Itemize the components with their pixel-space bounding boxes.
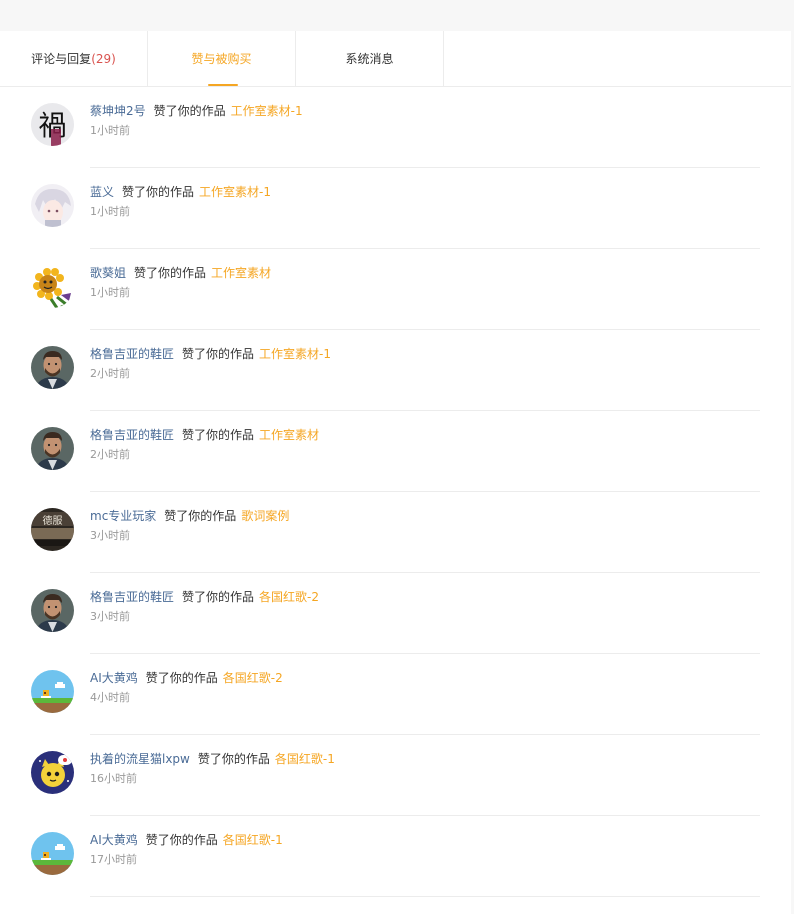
divider	[90, 896, 760, 897]
timestamp: 3小时前	[90, 529, 130, 542]
tab-label: 评论与回复	[31, 52, 92, 66]
anime-avatar-icon[interactable]	[31, 184, 74, 227]
action-text: 赞了你的作品	[153, 104, 226, 118]
notification-text: 歌葵姐 赞了你的作品 工作室素材	[90, 265, 271, 281]
notification-text: 格鲁吉亚的鞋匠 赞了你的作品 工作室素材-1	[90, 346, 331, 362]
work-link[interactable]: 工作室素材	[211, 266, 271, 280]
work-link[interactable]: 工作室素材	[259, 428, 319, 442]
svg-text:德服: 德服	[43, 514, 63, 527]
user-link[interactable]: 蓝义	[90, 185, 114, 199]
notification-item: 格鲁吉亚的鞋匠 赞了你的作品 工作室素材-1 2小时前	[0, 330, 791, 411]
action-text: 赞了你的作品	[182, 590, 255, 604]
work-link[interactable]: 工作室素材-1	[259, 347, 331, 361]
notification-item: 执着的流星猫lxpw 赞了你的作品 各国红歌-1 16小时前	[0, 735, 791, 816]
man-portrait-avatar-icon[interactable]	[31, 589, 74, 632]
tab-label: 系统消息	[345, 52, 394, 66]
cartoon-cat-avatar-icon[interactable]	[31, 751, 74, 794]
pixel-landscape-avatar-icon[interactable]	[31, 832, 74, 875]
work-link[interactable]: 各国红歌-1	[275, 752, 335, 766]
messages-panel: 评论与回复 (29) 赞与被购买 系统消息 禍蔡坤坤2号 赞了你的作品 工作室素材-1…	[0, 31, 791, 914]
tab-label: 赞与被购买	[191, 52, 252, 66]
notification-item: 禍蔡坤坤2号 赞了你的作品 工作室素材-1 1小时前	[0, 87, 791, 168]
notification-list: 禍蔡坤坤2号 赞了你的作品 工作室素材-1 1小时前 蓝义 赞了你的作品 工作室素材-1 1小…	[0, 87, 791, 897]
calligraphy-avatar-icon[interactable]: 禍	[31, 103, 74, 146]
timestamp: 2小时前	[90, 448, 130, 461]
dark-photo-avatar-icon[interactable]: 德服	[31, 508, 74, 551]
user-link[interactable]: 格鲁吉亚的鞋匠	[90, 428, 174, 442]
user-link[interactable]: mc专业玩家	[90, 509, 156, 523]
notification-text: AI大黄鸡 赞了你的作品 各国红歌-1	[90, 832, 283, 848]
timestamp: 4小时前	[90, 691, 130, 704]
timestamp: 2小时前	[90, 367, 130, 380]
timestamp: 1小时前	[90, 286, 130, 299]
action-text: 赞了你的作品	[182, 428, 255, 442]
notification-text: AI大黄鸡 赞了你的作品 各国红歌-2	[90, 670, 283, 686]
notification-text: 格鲁吉亚的鞋匠 赞了你的作品 各国红歌-2	[90, 589, 319, 605]
user-link[interactable]: 歌葵姐	[90, 266, 126, 280]
notification-item: 德服 mc专业玩家 赞了你的作品 歌词案例 3小时前	[0, 492, 791, 573]
user-link[interactable]: 格鲁吉亚的鞋匠	[90, 590, 174, 604]
user-link[interactable]: 格鲁吉亚的鞋匠	[90, 347, 174, 361]
notification-item: 歌葵姐 赞了你的作品 工作室素材 1小时前	[0, 249, 791, 330]
tab-system-messages[interactable]: 系统消息	[296, 31, 444, 86]
timestamp: 1小时前	[90, 124, 130, 137]
timestamp: 3小时前	[90, 610, 130, 623]
notification-text: 格鲁吉亚的鞋匠 赞了你的作品 工作室素材	[90, 427, 319, 443]
user-link[interactable]: 蔡坤坤2号	[90, 104, 146, 118]
timestamp: 1小时前	[90, 205, 130, 218]
notification-item: AI大黄鸡 赞了你的作品 各国红歌-1 17小时前	[0, 816, 791, 897]
notification-item: 格鲁吉亚的鞋匠 赞了你的作品 工作室素材 2小时前	[0, 411, 791, 492]
work-link[interactable]: 歌词案例	[241, 509, 289, 523]
man-portrait-avatar-icon[interactable]	[31, 427, 74, 470]
work-link[interactable]: 工作室素材-1	[231, 104, 303, 118]
notification-text: 执着的流星猫lxpw 赞了你的作品 各国红歌-1	[90, 751, 335, 767]
action-text: 赞了你的作品	[164, 509, 237, 523]
work-link[interactable]: 各国红歌-2	[223, 671, 283, 685]
notification-item: 格鲁吉亚的鞋匠 赞了你的作品 各国红歌-2 3小时前	[0, 573, 791, 654]
notification-text: 蔡坤坤2号 赞了你的作品 工作室素材-1	[90, 103, 303, 119]
user-link[interactable]: AI大黄鸡	[90, 833, 138, 847]
tab-likes-purchases[interactable]: 赞与被购买	[148, 31, 296, 86]
action-text: 赞了你的作品	[122, 185, 195, 199]
timestamp: 16小时前	[90, 772, 137, 785]
pixel-landscape-avatar-icon[interactable]	[31, 670, 74, 713]
comment-count-badge: (29)	[91, 51, 116, 66]
top-bar	[0, 0, 794, 31]
action-text: 赞了你的作品	[145, 671, 218, 685]
message-tabs: 评论与回复 (29) 赞与被购买 系统消息	[0, 31, 791, 87]
action-text: 赞了你的作品	[182, 347, 255, 361]
user-link[interactable]: AI大黄鸡	[90, 671, 138, 685]
man-portrait-avatar-icon[interactable]	[31, 346, 74, 389]
notification-item: 蓝义 赞了你的作品 工作室素材-1 1小时前	[0, 168, 791, 249]
user-link[interactable]: 执着的流星猫lxpw	[90, 752, 190, 766]
timestamp: 17小时前	[90, 853, 137, 866]
sunflower-avatar-icon[interactable]	[31, 265, 74, 308]
work-link[interactable]: 各国红歌-1	[223, 833, 283, 847]
notification-item: AI大黄鸡 赞了你的作品 各国红歌-2 4小时前	[0, 654, 791, 735]
notification-text: 蓝义 赞了你的作品 工作室素材-1	[90, 184, 271, 200]
notification-text: mc专业玩家 赞了你的作品 歌词案例	[90, 508, 289, 524]
tab-comments-replies[interactable]: 评论与回复 (29)	[0, 31, 148, 86]
action-text: 赞了你的作品	[145, 833, 218, 847]
page: 评论与回复 (29) 赞与被购买 系统消息 禍蔡坤坤2号 赞了你的作品 工作室素材-1…	[0, 0, 794, 914]
action-text: 赞了你的作品	[197, 752, 270, 766]
work-link[interactable]: 各国红歌-2	[259, 590, 319, 604]
work-link[interactable]: 工作室素材-1	[199, 185, 271, 199]
action-text: 赞了你的作品	[134, 266, 207, 280]
